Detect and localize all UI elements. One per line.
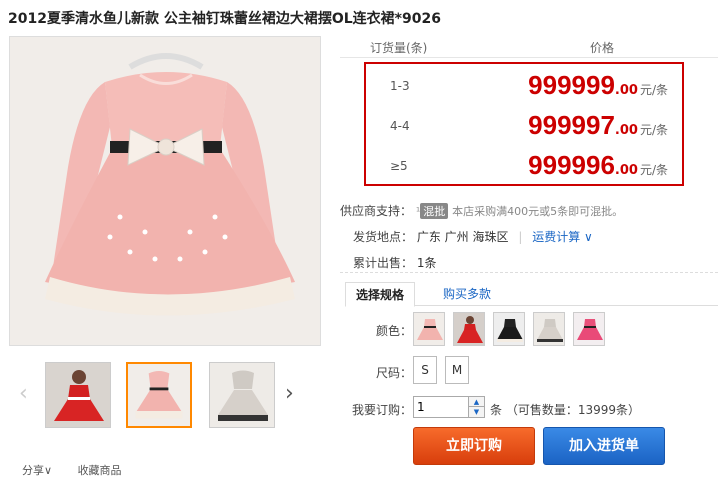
sales-row: 累计出售： 1条	[340, 254, 718, 271]
color-swatch-grey[interactable]	[533, 312, 565, 346]
supplier-support-row: 供应商支持： ¹ 混批 本店采购满400元或5条即可混批。	[340, 202, 718, 219]
available-quantity-text: 条 （可售数量：13999条）	[490, 403, 640, 417]
price-table: 订货量(条) 价格 1-3 999999.00 元/条 4-4 999997.00…	[340, 36, 718, 186]
size-label: 尺码：	[376, 366, 413, 380]
thumbnail-strip: ‹ ›	[15, 360, 315, 432]
shipping-row: 发货地点： 广东 广州 海珠区 | 运费计算 ∨	[340, 228, 718, 245]
sales-value: 1条	[416, 256, 437, 270]
tier-qty: 1-3	[390, 79, 410, 93]
color-swatch-red-model[interactable]	[453, 312, 485, 346]
price-tier-row: 4-4 999997.00 元/条	[366, 106, 682, 146]
quantity-label: 我要订购：	[352, 403, 413, 417]
size-option-s[interactable]: S	[413, 356, 437, 384]
mixed-batch-badge: 混批	[420, 203, 449, 219]
increment-icon[interactable]: ▲	[468, 397, 484, 407]
chevron-right-icon[interactable]: ›	[285, 382, 294, 406]
decrement-icon[interactable]: ▼	[468, 407, 484, 417]
price-table-header: 订货量(条) 价格	[340, 36, 718, 58]
qty-column-header: 订货量(条)	[370, 41, 428, 55]
price-column-header: 价格	[590, 41, 615, 55]
sales-label: 累计出售：	[353, 256, 414, 270]
thumbnail-grey-dress[interactable]	[209, 362, 275, 428]
color-swatch-rose[interactable]	[573, 312, 605, 346]
price-tiers-box: 1-3 999999.00 元/条 4-4 999997.00 元/条 ≥5 999…	[364, 62, 684, 186]
share-link[interactable]: 分享∨	[22, 464, 52, 477]
order-now-button[interactable]: 立即订购	[413, 427, 535, 465]
color-swatch-pink[interactable]	[413, 312, 445, 346]
product-title: 2012夏季清水鱼儿新款 公主袖钉珠蕾丝裙边大裙摆OL连衣裙*9026	[8, 11, 441, 27]
tier-price: 999996.00 元/条	[528, 150, 668, 180]
favorite-link[interactable]: 收藏商品	[78, 464, 122, 477]
tier-qty: ≥5	[390, 159, 408, 173]
tab-buy-multiple[interactable]: 购买多款	[433, 282, 501, 307]
size-option-m[interactable]: M	[445, 356, 469, 384]
thumbnail-red-dress[interactable]	[45, 362, 111, 428]
shipping-label: 发货地点：	[353, 230, 414, 244]
mixed-batch-note: 本店采购满400元或5条即可混批。	[452, 205, 624, 218]
tier-price: 999999.00 元/条	[528, 70, 668, 100]
color-label: 颜色：	[376, 324, 413, 338]
shipping-location: 广东 广州 海珠区	[416, 230, 509, 244]
quantity-input[interactable]	[417, 399, 467, 415]
separator: |	[518, 230, 523, 244]
divider	[340, 272, 718, 273]
tab-select-spec[interactable]: 选择规格	[345, 282, 416, 307]
price-tier-row: 1-3 999999.00 元/条	[366, 66, 682, 106]
thumbnail-pink-dress[interactable]	[126, 362, 192, 428]
supplier-label: 供应商支持：	[340, 204, 413, 218]
freight-calc-link[interactable]: 运费计算 ∨	[532, 230, 593, 244]
price-tier-row: ≥5 999996.00 元/条	[366, 146, 682, 186]
add-to-cart-button[interactable]: 加入进货单	[543, 427, 665, 465]
tier-price: 999997.00 元/条	[528, 110, 668, 140]
tier-qty: 4-4	[390, 119, 410, 133]
option-tabs: 选择规格 购买多款	[345, 282, 718, 307]
color-swatch-black[interactable]	[493, 312, 525, 346]
bottom-actions: 分享∨ 收藏商品	[22, 462, 144, 477]
main-product-image	[9, 36, 321, 346]
quantity-stepper: ▲ ▼	[413, 396, 485, 418]
chevron-left-icon[interactable]: ‹	[19, 382, 28, 406]
